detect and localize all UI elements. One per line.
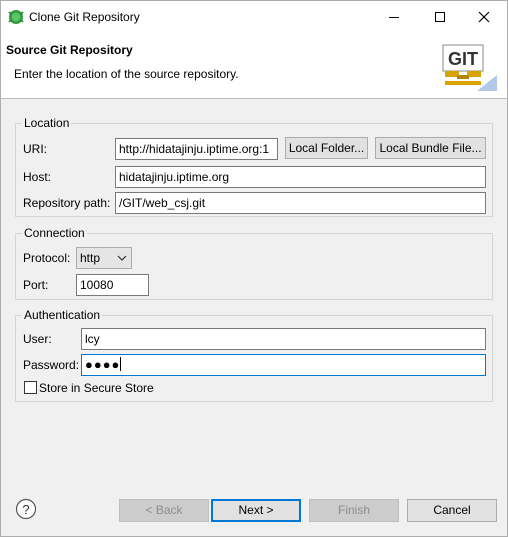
port-label: Port:	[23, 278, 49, 292]
next-button[interactable]: Next >	[211, 499, 301, 522]
svg-text:?: ?	[22, 502, 29, 517]
git-logo-text: GIT	[448, 49, 478, 69]
host-input[interactable]: hidatajinju.iptime.org	[115, 166, 486, 188]
store-secure-label[interactable]: Store in Secure Store	[39, 381, 154, 395]
local-folder-button[interactable]: Local Folder...	[285, 137, 368, 159]
close-icon	[478, 11, 490, 23]
store-secure-checkbox[interactable]	[24, 381, 37, 394]
location-group-label: Location	[22, 116, 72, 130]
user-label: User:	[23, 332, 52, 346]
clone-git-dialog: Clone Git Repository Source Git Reposito…	[0, 0, 508, 537]
password-label: Password:	[23, 358, 80, 372]
host-label: Host:	[23, 170, 52, 184]
minimize-icon	[389, 17, 399, 18]
password-value: ●●●●	[85, 357, 121, 372]
wizard-banner: Source Git Repository Enter the location…	[1, 33, 507, 99]
maximize-icon	[435, 12, 445, 22]
back-button[interactable]: < Back	[119, 499, 209, 522]
protocol-label: Protocol:	[23, 251, 71, 265]
port-input[interactable]: 10080	[76, 274, 149, 296]
uri-input[interactable]: http://hidatajinju.iptime.org:1	[115, 138, 278, 160]
minimize-button[interactable]	[371, 1, 417, 33]
finish-button[interactable]: Finish	[309, 499, 399, 522]
maximize-button[interactable]	[417, 1, 463, 33]
repository-path-label: Repository path:	[23, 196, 111, 210]
page-description: Enter the location of the source reposit…	[14, 67, 239, 81]
password-input[interactable]: ●●●●	[81, 354, 486, 376]
authentication-group-label: Authentication	[22, 308, 103, 322]
user-input[interactable]: lcy	[81, 328, 486, 350]
git-logo-icon: GIT	[437, 39, 501, 93]
protocol-value: http	[80, 251, 101, 265]
help-icon[interactable]: ?	[15, 498, 37, 520]
cancel-button[interactable]: Cancel	[407, 499, 497, 522]
uri-label: URI:	[23, 142, 47, 156]
chevron-down-icon	[117, 255, 127, 261]
protocol-select[interactable]: http	[76, 247, 132, 269]
text-caret	[120, 357, 122, 371]
close-button[interactable]	[461, 1, 507, 33]
page-title: Source Git Repository	[6, 43, 133, 57]
window-title: Clone Git Repository	[29, 10, 140, 24]
title-bar: Clone Git Repository	[1, 1, 507, 33]
local-bundle-file-button[interactable]: Local Bundle File...	[375, 137, 486, 159]
eclipse-icon	[8, 10, 24, 24]
repository-path-input[interactable]: /GIT/web_csj.git	[115, 192, 486, 214]
connection-group-label: Connection	[22, 226, 87, 240]
